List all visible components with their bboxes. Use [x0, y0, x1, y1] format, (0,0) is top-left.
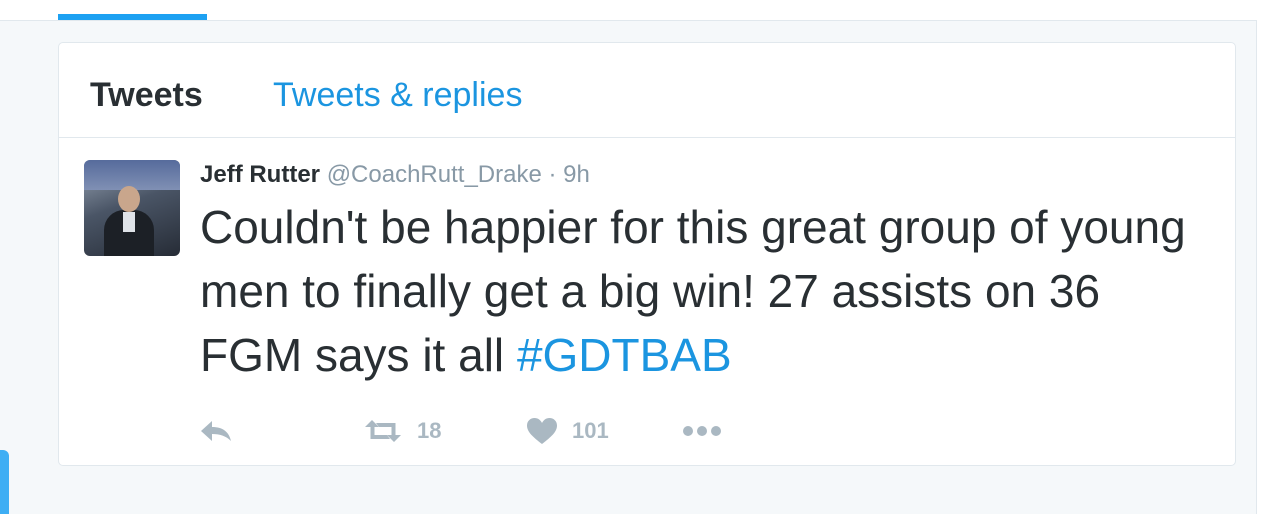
like-count: 101: [572, 418, 609, 443]
avatar-figure-head: [118, 186, 140, 212]
right-sidebar-edge: [1256, 20, 1274, 514]
reply-button[interactable]: [200, 411, 234, 451]
like-button[interactable]: 101: [526, 411, 609, 451]
profile-timeline: Tweets Tweets & replies Jeff Rutter @Coa…: [58, 42, 1236, 466]
retweet-count: 18: [417, 418, 442, 443]
tab-tweets[interactable]: Tweets: [90, 75, 203, 115]
profile-nav-strip: [0, 0, 1274, 21]
hashtag-link[interactable]: #GDTBAB: [517, 329, 732, 381]
tweet-text: Couldn't be happier for this great group…: [200, 195, 1200, 387]
author-username[interactable]: @CoachRutt_Drake: [327, 161, 542, 188]
tweet-timestamp[interactable]: 9h: [563, 161, 590, 188]
retweet-icon: [365, 420, 401, 442]
active-nav-underline: [58, 14, 207, 20]
left-edge-tab[interactable]: [0, 450, 9, 514]
tweet[interactable]: Jeff Rutter @CoachRutt_Drake · 9h Couldn…: [59, 138, 1235, 465]
retweet-button[interactable]: 18: [363, 411, 441, 451]
reply-icon: [201, 421, 231, 441]
tweet-actions: 18 101: [200, 411, 800, 451]
heart-icon: [527, 418, 557, 444]
tweet-header: Jeff Rutter @CoachRutt_Drake · 9h: [200, 160, 590, 190]
more-button[interactable]: [682, 411, 722, 451]
avatar[interactable]: [84, 160, 180, 256]
timeline-tabs: Tweets Tweets & replies: [59, 43, 1235, 138]
avatar-figure-shirt: [123, 212, 135, 232]
more-dots-icon: [683, 426, 721, 436]
tab-tweets-and-replies[interactable]: Tweets & replies: [273, 75, 522, 115]
header-separator: ·: [548, 161, 557, 188]
author-fullname[interactable]: Jeff Rutter: [200, 161, 320, 188]
